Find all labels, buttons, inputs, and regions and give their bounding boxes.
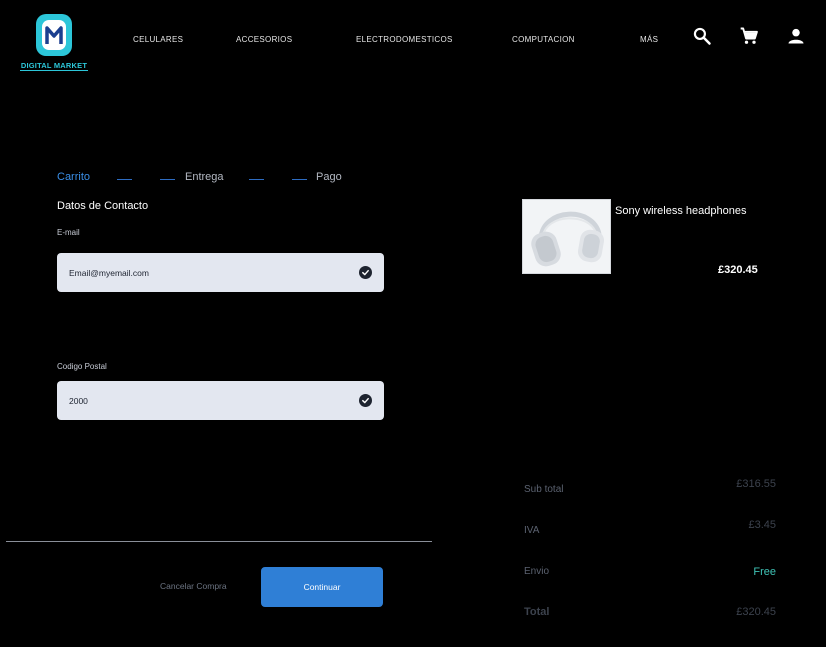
section-title: Datos de Contacto (57, 200, 149, 212)
total-value: £320.45 (736, 606, 776, 618)
iva-label: IVA (524, 525, 540, 536)
email-label: E-mail (57, 228, 80, 237)
continue-button[interactable]: Continuar (261, 567, 383, 607)
step-connector (160, 179, 175, 180)
total-label: Total (524, 606, 550, 618)
check-icon (359, 394, 372, 407)
cart-icon[interactable] (739, 26, 759, 46)
logo-mark-icon (36, 14, 72, 56)
headphones-icon (523, 200, 610, 273)
step-entrega[interactable]: Entrega (185, 171, 224, 183)
brand-name: DIGITAL MARKET (20, 61, 88, 71)
nav-item-computacion[interactable]: COMPUTACION (512, 35, 575, 44)
subtotal-value: £316.55 (736, 478, 776, 490)
step-connector (249, 179, 264, 180)
postal-value: 2000 (69, 395, 88, 406)
product-name: Sony wireless headphones (615, 205, 747, 217)
nav-item-celulares[interactable]: CELULARES (133, 35, 183, 44)
step-pago[interactable]: Pago (316, 171, 342, 183)
product-image (522, 199, 611, 274)
shipping-value: Free (753, 566, 776, 578)
email-field[interactable]: Email@myemail.com (57, 253, 384, 292)
iva-value: £3.45 (748, 519, 776, 531)
product-price: £320.45 (718, 264, 758, 276)
check-icon (359, 266, 372, 279)
postal-code-field[interactable]: 2000 (57, 381, 384, 420)
nav-item-electrodomesticos[interactable]: ELECTRODOMESTICOS (356, 35, 453, 44)
shipping-label: Envio (524, 566, 550, 577)
subtotal-label: Sub total (524, 484, 564, 495)
step-connector (292, 179, 307, 180)
postal-label: Codigo Postal (57, 362, 107, 371)
divider (6, 541, 432, 542)
search-icon[interactable] (692, 26, 712, 46)
nav-item-accesorios[interactable]: ACCESORIOS (236, 35, 292, 44)
step-connector (117, 179, 132, 180)
user-icon[interactable] (786, 26, 806, 46)
email-value: Email@myemail.com (69, 267, 149, 278)
brand-logo[interactable]: DIGITAL MARKET (20, 12, 88, 72)
step-carrito[interactable]: Carrito (57, 171, 90, 183)
cancel-purchase-link[interactable]: Cancelar Compra (160, 581, 227, 591)
nav-item-mas[interactable]: MÁS (640, 35, 658, 44)
